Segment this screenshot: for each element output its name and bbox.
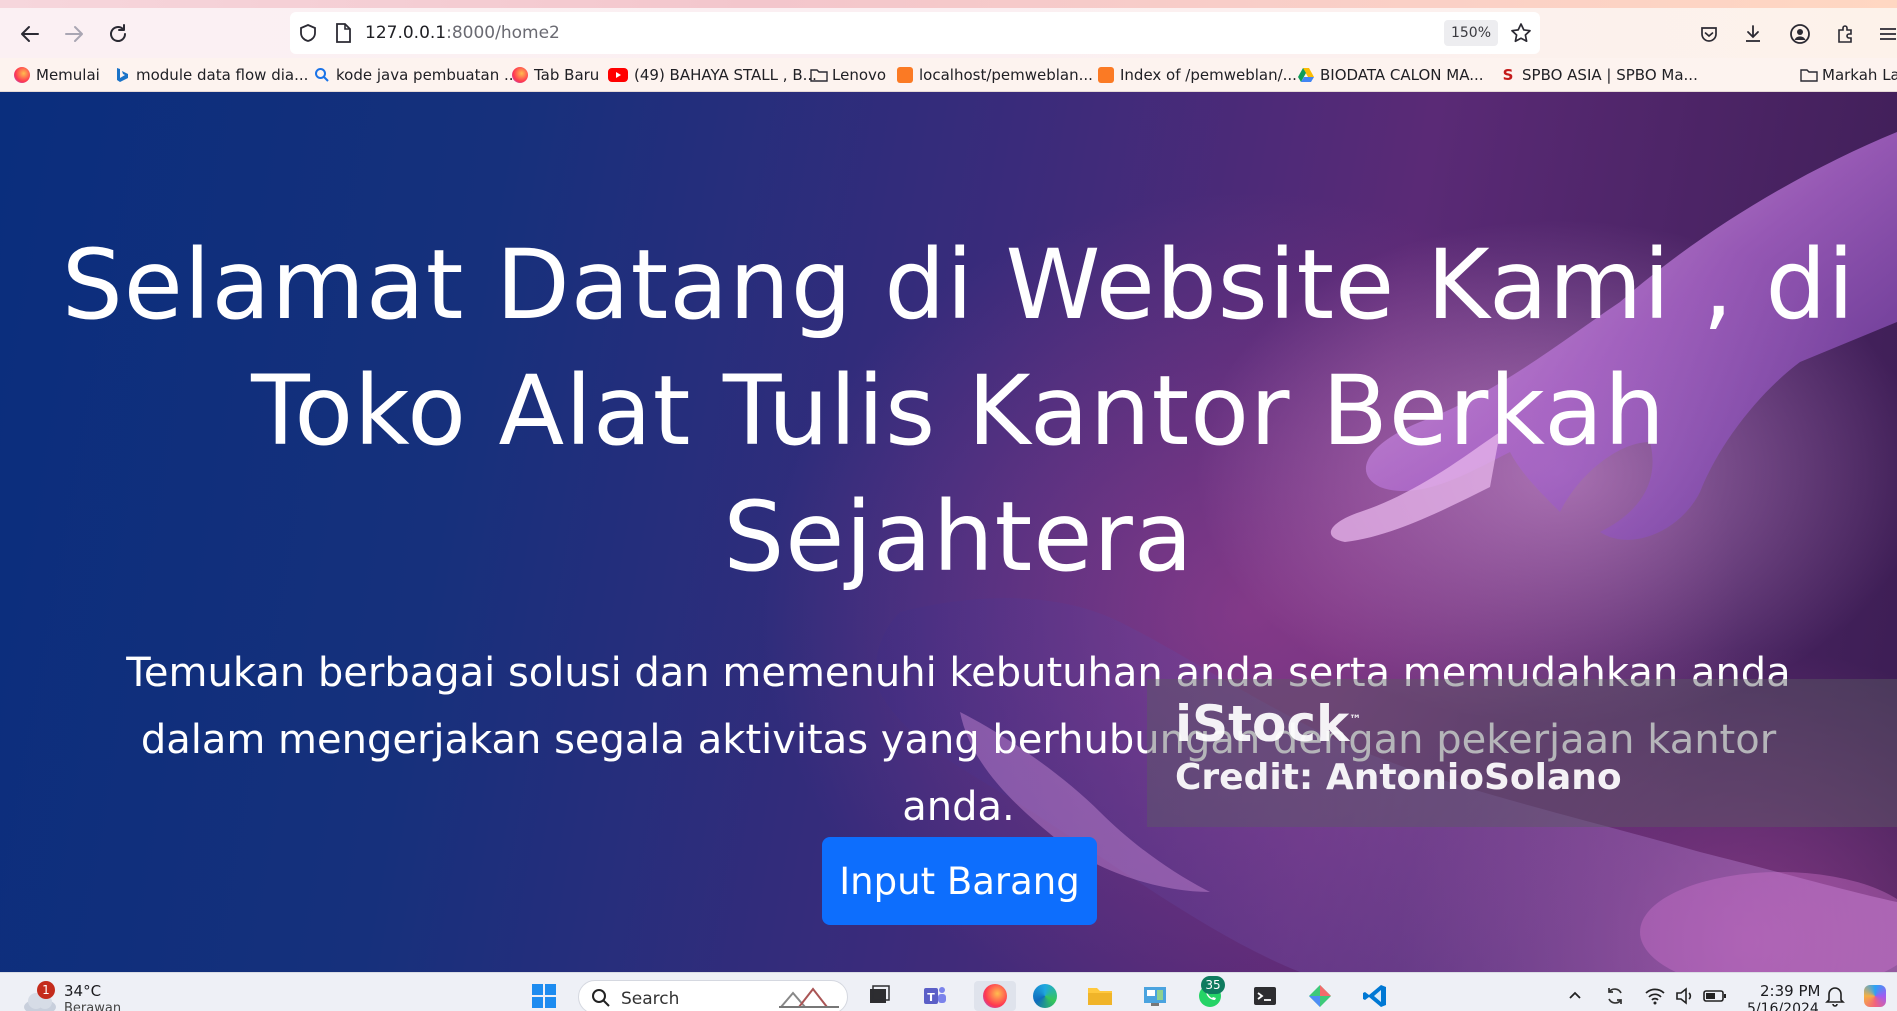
bookmark-label: kode java pembuatan ... <box>336 66 519 84</box>
search-icon <box>592 989 610 1007</box>
reload-button[interactable] <box>104 20 132 48</box>
url-host: 127.0.0.1 <box>365 23 447 43</box>
task-view-icon[interactable] <box>864 981 894 1011</box>
reload-icon <box>110 24 126 42</box>
windows-logo-icon <box>532 984 556 1008</box>
bookmark-item[interactable]: Index of /pemweblan/... <box>1098 64 1297 86</box>
folder-icon <box>1800 67 1818 83</box>
browser-toolbar: 127.0.0.1:8000/home2 150% <box>0 8 1897 58</box>
svg-text:T: T <box>927 991 935 1004</box>
start-button[interactable] <box>529 981 559 1011</box>
url-path: :8000/home2 <box>446 23 560 43</box>
edge-icon[interactable] <box>1030 981 1060 1011</box>
bookmark-item[interactable]: localhost/pemweblan... <box>897 64 1093 86</box>
bookmark-item[interactable]: Memulai <box>14 64 100 86</box>
file-explorer-icon[interactable] <box>1085 981 1115 1011</box>
chevron-up-icon[interactable] <box>1560 981 1590 1011</box>
firefox-icon <box>14 67 30 83</box>
input-barang-button[interactable]: Input Barang <box>822 837 1097 925</box>
bookmark-item[interactable]: kode java pembuatan ... <box>314 64 518 86</box>
search-icon <box>314 67 330 83</box>
bookmark-item[interactable]: S SPBO ASIA | SPBO Ma... <box>1500 64 1698 86</box>
volume-icon[interactable] <box>1670 981 1700 1011</box>
bookmark-item[interactable]: (49) BAHAYA STALL , B... <box>608 64 817 86</box>
xampp-icon <box>897 67 913 83</box>
app-diamond-icon[interactable] <box>1305 981 1335 1011</box>
bookmark-label: localhost/pemweblan... <box>919 66 1093 84</box>
control-panel-icon[interactable] <box>1140 981 1170 1011</box>
watermark-credit: Credit: AntonioSolano <box>1175 757 1622 798</box>
menu-icon[interactable] <box>1874 20 1897 48</box>
google-drive-icon <box>1298 67 1314 83</box>
downloads-icon[interactable] <box>1739 20 1767 48</box>
bookmark-label: BIODATA CALON MA... <box>1320 66 1484 84</box>
notification-bell-icon[interactable] <box>1820 981 1850 1011</box>
bookmark-item[interactable]: Lenovo <box>810 64 886 86</box>
windows-taskbar: 1 34°C Berawan Search T 35 2:39 PM 5/16/… <box>0 972 1897 1011</box>
shield-icon[interactable] <box>298 23 318 47</box>
bookmark-label: (49) BAHAYA STALL , B... <box>634 66 817 84</box>
page-info-icon[interactable] <box>334 23 352 47</box>
weather-description: Berawan <box>64 1001 122 1011</box>
youtube-icon <box>608 68 628 82</box>
watermark-brand: iStock™ <box>1175 695 1361 753</box>
search-highlight-image <box>779 987 839 1008</box>
hero-title: Selamat Datang di Website Kami , di Toko… <box>61 229 1856 593</box>
bookmark-label: Markah Lai <box>1822 66 1897 84</box>
bookmark-label: SPBO ASIA | SPBO Ma... <box>1522 66 1698 84</box>
bookmark-label: module data flow dia... <box>136 66 309 84</box>
vscode-icon[interactable] <box>1360 981 1390 1011</box>
copilot-logo-icon <box>1864 985 1886 1007</box>
bookmark-item[interactable]: Markah Lai <box>1800 64 1897 86</box>
bookmark-item[interactable]: module data flow dia... <box>114 64 308 86</box>
folder-icon <box>810 67 828 83</box>
back-button[interactable] <box>16 20 44 48</box>
bing-icon <box>114 67 130 83</box>
wifi-icon[interactable] <box>1640 981 1670 1011</box>
bookmark-label: Tab Baru <box>534 66 600 84</box>
window-top-strip <box>0 0 1897 8</box>
teams-icon[interactable]: T <box>920 981 950 1011</box>
bookmark-star-icon[interactable] <box>1510 22 1532 48</box>
hero-section: Selamat Datang di Website Kami , di Toko… <box>0 92 1897 972</box>
sync-icon[interactable] <box>1600 981 1630 1011</box>
address-bar[interactable]: 127.0.0.1:8000/home2 150% <box>290 12 1540 54</box>
bookmark-item[interactable]: BIODATA CALON MA... <box>1298 64 1484 86</box>
clock-time[interactable]: 2:39 PM <box>1760 982 1820 1000</box>
bookmark-label: Lenovo <box>832 66 887 84</box>
pocket-icon[interactable] <box>1695 20 1723 48</box>
xampp-icon <box>1098 67 1114 83</box>
account-icon[interactable] <box>1786 20 1814 48</box>
spbo-icon: S <box>1502 66 1514 84</box>
edge-logo-icon <box>1033 984 1057 1008</box>
weather-temperature: 34°C <box>64 982 102 1000</box>
weather-widget[interactable]: 1 34°C Berawan <box>22 977 132 1011</box>
whatsapp-badge: 35 <box>1201 976 1225 994</box>
bookmarks-bar: Memulai module data flow dia... kode jav… <box>0 58 1897 92</box>
extensions-icon[interactable] <box>1831 20 1859 48</box>
firefox-icon <box>983 984 1007 1008</box>
firefox-taskbar-icon[interactable] <box>974 981 1016 1011</box>
back-arrow-icon <box>21 26 39 42</box>
forward-arrow-icon <box>65 26 83 42</box>
search-label: Search <box>621 989 680 1009</box>
url-text[interactable]: 127.0.0.1:8000/home2 <box>365 23 560 43</box>
zoom-level-badge[interactable]: 150% <box>1444 20 1498 46</box>
clock-date[interactable]: 5/16/2024 <box>1747 1001 1819 1011</box>
watermark-trademark: ™ <box>1349 712 1362 727</box>
firefox-icon <box>512 67 528 83</box>
taskbar-search[interactable]: Search <box>578 980 848 1011</box>
istock-watermark: iStock™ Credit: AntonioSolano <box>1147 679 1897 827</box>
forward-button[interactable] <box>60 20 88 48</box>
bookmark-item[interactable]: Tab Baru <box>512 64 599 86</box>
watermark-brand-text: iStock <box>1175 695 1350 753</box>
terminal-icon[interactable] <box>1250 981 1280 1011</box>
copilot-icon[interactable] <box>1860 981 1890 1011</box>
battery-icon[interactable] <box>1700 981 1730 1011</box>
bookmark-label: Memulai <box>36 66 100 84</box>
weather-notification-badge: 1 <box>37 981 55 999</box>
bookmark-label: Index of /pemweblan/... <box>1120 66 1297 84</box>
